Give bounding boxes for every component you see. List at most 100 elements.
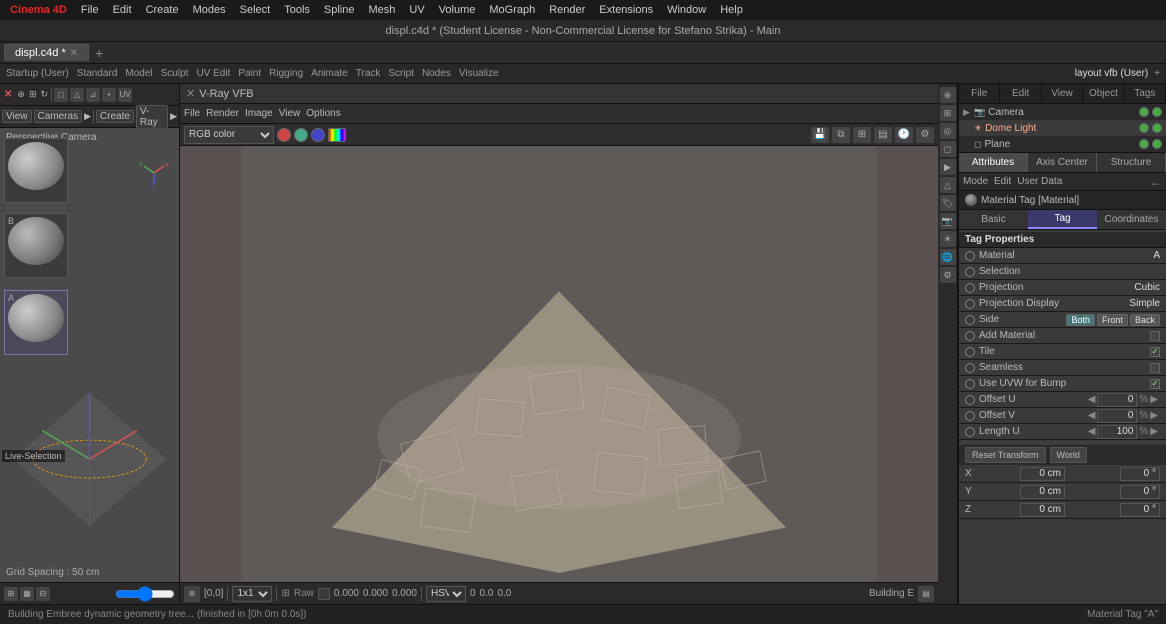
- prop-y[interactable]: Y: [959, 483, 1166, 501]
- arrow-right-offsetu[interactable]: ▶: [1150, 394, 1158, 405]
- color-red[interactable]: [277, 128, 291, 142]
- mode-icon-point[interactable]: •: [102, 88, 116, 102]
- input-yr[interactable]: [1120, 485, 1160, 499]
- icon-settings[interactable]: ⚙: [940, 267, 956, 283]
- preset-standard[interactable]: Standard: [77, 68, 118, 79]
- arrow-left-offsetu[interactable]: ◀: [1088, 394, 1096, 405]
- icon-light2[interactable]: ☀: [940, 231, 956, 247]
- arrow-right-offsetv[interactable]: ▶: [1150, 410, 1158, 421]
- rp-tab-object[interactable]: Object: [1083, 84, 1124, 103]
- subtab-coordinates[interactable]: Coordinates: [1097, 210, 1166, 229]
- back-arrow-icon[interactable]: ←: [1150, 175, 1162, 189]
- dome-vis-dot1[interactable]: [1139, 123, 1149, 133]
- vfb-save-icon[interactable]: 💾: [811, 127, 829, 143]
- edit-btn[interactable]: Edit: [994, 176, 1011, 187]
- icon-mat[interactable]: ◻: [940, 141, 956, 157]
- zoom-slider[interactable]: [115, 588, 175, 600]
- arrow-right-lengthu[interactable]: ▶: [1150, 426, 1158, 437]
- view-btn[interactable]: View: [2, 110, 32, 123]
- vfb-menu-file[interactable]: File: [184, 108, 200, 119]
- menu-volume[interactable]: Volume: [433, 4, 482, 16]
- icon-world[interactable]: 🌐: [940, 249, 956, 265]
- layout-add-btn[interactable]: +: [1154, 68, 1160, 79]
- layout-current[interactable]: layout vfb (User): [1075, 68, 1148, 79]
- preset-uvedit[interactable]: UV Edit: [196, 68, 230, 79]
- scene-mode-icon3[interactable]: ⊟: [36, 587, 50, 601]
- menu-uv[interactable]: UV: [403, 4, 430, 16]
- camera-vis-dot2[interactable]: [1152, 107, 1162, 117]
- attr-tab-axis[interactable]: Axis Center: [1028, 153, 1097, 172]
- menu-mograph[interactable]: MoGraph: [483, 4, 541, 16]
- menu-create[interactable]: Create: [140, 4, 185, 16]
- prop-z[interactable]: Z: [959, 501, 1166, 519]
- prop-input-offsetv[interactable]: [1097, 409, 1137, 423]
- menu-select[interactable]: Select: [234, 4, 277, 16]
- tool-vray-arrow[interactable]: ▶: [170, 111, 177, 122]
- color-space-select[interactable]: HSV RGB: [426, 586, 466, 602]
- prop-input-lengthu[interactable]: [1097, 425, 1137, 439]
- cameras-btn[interactable]: Cameras: [34, 110, 83, 123]
- material-thumb-b[interactable]: B: [4, 213, 68, 278]
- tool-vray[interactable]: V-Ray: [136, 105, 168, 129]
- input-x[interactable]: [1020, 467, 1065, 481]
- vfb-close-icon[interactable]: ✕: [186, 87, 195, 100]
- tool-create[interactable]: Create: [96, 110, 134, 123]
- prop-check-addmat[interactable]: [1150, 331, 1160, 341]
- menu-help[interactable]: Help: [714, 4, 749, 16]
- vfb-menu-options[interactable]: Options: [306, 108, 340, 119]
- prop-offset-u[interactable]: Offset U ◀ % ▶: [959, 392, 1166, 408]
- prop-length-u[interactable]: Length U ◀ % ▶: [959, 424, 1166, 440]
- subtab-tag[interactable]: Tag: [1028, 210, 1097, 229]
- mode-icon-obj[interactable]: ◻: [54, 88, 68, 102]
- mode-btn[interactable]: Mode: [963, 176, 988, 187]
- icon-view[interactable]: ⊞: [940, 105, 956, 121]
- preset-script[interactable]: Script: [388, 68, 414, 79]
- preset-startup[interactable]: Startup (User): [6, 68, 69, 79]
- prop-check-tile[interactable]: [1150, 347, 1160, 357]
- prop-x[interactable]: X: [959, 465, 1166, 483]
- reset-transform-btn[interactable]: Reset Transform: [965, 447, 1046, 463]
- prop-projection[interactable]: Projection Cubic: [959, 280, 1166, 296]
- input-zr[interactable]: [1120, 503, 1160, 517]
- app-logo[interactable]: Cinema 4D: [4, 4, 73, 16]
- mode-icon-poly[interactable]: △: [70, 88, 84, 102]
- color-blue[interactable]: [311, 128, 325, 142]
- userdata-btn[interactable]: User Data: [1017, 176, 1062, 187]
- menu-window[interactable]: Window: [661, 4, 712, 16]
- menu-modes[interactable]: Modes: [187, 4, 232, 16]
- preset-sculpt[interactable]: Sculpt: [161, 68, 189, 79]
- icon-snap[interactable]: ⊕: [940, 87, 956, 103]
- mode-icon-uv[interactable]: UV: [118, 88, 132, 102]
- icon-obj2[interactable]: △: [940, 177, 956, 193]
- camera-vis-dot[interactable]: [1139, 107, 1149, 117]
- preset-model[interactable]: Model: [125, 68, 152, 79]
- mode-icon-scale[interactable]: ⊞: [28, 89, 38, 100]
- rp-tab-file[interactable]: File: [959, 84, 1000, 103]
- preset-visualize[interactable]: Visualize: [459, 68, 499, 79]
- menu-edit[interactable]: Edit: [107, 4, 138, 16]
- file-tab[interactable]: displ.c4d * ✕: [4, 44, 89, 61]
- menu-extensions[interactable]: Extensions: [593, 4, 659, 16]
- prop-check-uvwbump[interactable]: [1150, 379, 1160, 389]
- prop-projection-display[interactable]: Projection Display Simple: [959, 296, 1166, 312]
- scene-mode-icon2[interactable]: ▦: [20, 587, 34, 601]
- obj-camera[interactable]: ▶ 📷 Camera: [959, 104, 1166, 120]
- input-xr[interactable]: [1120, 467, 1160, 481]
- arrow-left-offsetv[interactable]: ◀: [1088, 410, 1096, 421]
- material-thumb-a[interactable]: A: [4, 290, 68, 355]
- rp-tab-tags[interactable]: Tags: [1125, 84, 1166, 103]
- preset-paint[interactable]: Paint: [238, 68, 261, 79]
- prop-tile[interactable]: Tile: [959, 344, 1166, 360]
- preset-track[interactable]: Track: [356, 68, 381, 79]
- preset-animate[interactable]: Animate: [311, 68, 348, 79]
- vfb-menu-view[interactable]: View: [279, 108, 301, 119]
- side-btn-back[interactable]: Back: [1130, 314, 1160, 326]
- new-tab-btn[interactable]: +: [91, 45, 107, 61]
- coords-icon[interactable]: ⊕: [184, 586, 200, 602]
- obj-expand-camera[interactable]: ▶: [963, 107, 971, 118]
- prop-input-offsetu[interactable]: [1097, 393, 1137, 407]
- prop-uvw-bump[interactable]: Use UVW for Bump: [959, 376, 1166, 392]
- pixel-icon[interactable]: ⊞: [281, 588, 289, 599]
- menu-file[interactable]: File: [75, 4, 105, 16]
- prop-check-seamless[interactable]: [1150, 363, 1160, 373]
